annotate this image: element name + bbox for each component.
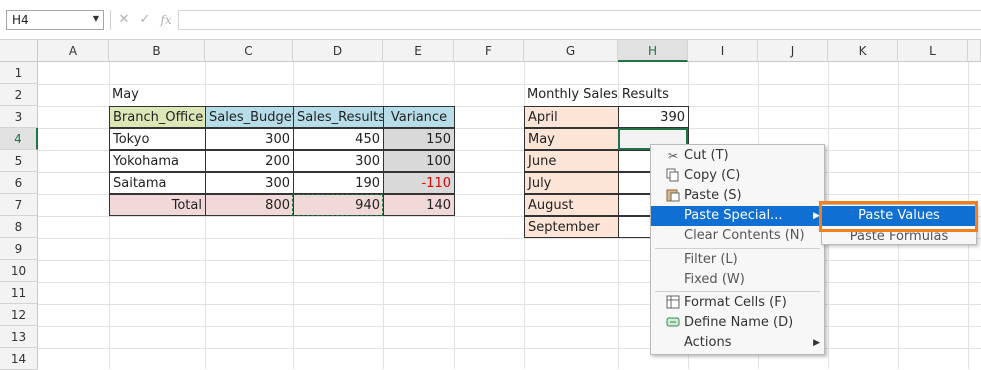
menu-separator: [655, 248, 820, 249]
column-header-k[interactable]: K: [828, 40, 898, 62]
table-cell[interactable]: 300: [293, 150, 384, 172]
copy-icon: [665, 168, 681, 184]
menu-item-define-name[interactable]: Define Name (D): [651, 313, 824, 333]
column-header-m[interactable]: [968, 40, 981, 62]
gridline: [38, 260, 981, 261]
table-cell[interactable]: Tokyo: [109, 128, 206, 150]
row-header-11[interactable]: 11: [0, 282, 38, 304]
gridline: [38, 282, 981, 283]
table1-total-variance[interactable]: 140: [383, 194, 455, 216]
menu-item-clear-contents[interactable]: Clear Contents (N): [651, 226, 824, 246]
table-cell[interactable]: 200: [205, 150, 294, 172]
table2-title[interactable]: Monthly Sales Results: [524, 84, 704, 106]
table1-title[interactable]: May: [109, 84, 205, 106]
table-cell[interactable]: Yokohama: [109, 150, 206, 172]
column-header-e[interactable]: E: [383, 40, 454, 62]
menu-item-label: Filter (L): [684, 252, 738, 267]
column-header-d[interactable]: D: [293, 40, 383, 62]
submenu-arrow-icon: ▶: [813, 338, 820, 348]
menu-item-paste[interactable]: Paste (S): [651, 186, 824, 206]
row-header-8[interactable]: 8: [0, 216, 38, 238]
menu-item-label: Cut (T): [684, 148, 729, 163]
insert-function-icon[interactable]: fx: [157, 10, 175, 30]
menu-item-copy[interactable]: Copy (C): [651, 166, 824, 186]
table-cell[interactable]: 150: [383, 128, 455, 150]
column-header-h[interactable]: H: [618, 40, 688, 62]
define-name-icon: [665, 315, 681, 331]
paste-icon: [665, 188, 681, 204]
column-header-f[interactable]: F: [454, 40, 524, 62]
menu-item-label: Define Name (D): [684, 315, 794, 330]
row-header-9[interactable]: 9: [0, 238, 38, 260]
table1-header-results[interactable]: Sales_Results: [293, 106, 384, 128]
row-header-4[interactable]: 4: [0, 128, 38, 150]
row-header-13[interactable]: 13: [0, 326, 38, 348]
menu-item-label: Format Cells (F): [684, 295, 787, 310]
menu-item-label: Paste Special...: [684, 208, 783, 223]
value-cell[interactable]: 390: [618, 106, 689, 128]
table1-header-branch[interactable]: Branch_Office: [109, 106, 206, 128]
format-cells-icon: [665, 295, 681, 311]
menu-item-actions[interactable]: Actions ▶: [651, 333, 824, 353]
gridline: [38, 326, 981, 327]
month-cell[interactable]: June: [524, 150, 619, 172]
name-box[interactable]: H4 ▼: [6, 10, 104, 30]
row-header-1[interactable]: 1: [0, 62, 38, 84]
month-cell[interactable]: May: [524, 128, 619, 150]
row-header-10[interactable]: 10: [0, 260, 38, 282]
cancel-icon[interactable]: ✕: [115, 10, 133, 30]
column-header-l[interactable]: L: [898, 40, 968, 62]
column-header-c[interactable]: C: [205, 40, 293, 62]
gridline: [38, 304, 981, 305]
formula-input[interactable]: [178, 10, 981, 30]
enter-icon[interactable]: ✓: [136, 10, 154, 30]
month-cell[interactable]: July: [524, 172, 619, 194]
menu-item-label: Actions: [684, 335, 732, 350]
table-cell[interactable]: 100: [383, 150, 455, 172]
column-header-i[interactable]: I: [688, 40, 758, 62]
highlight-callout: [819, 201, 978, 232]
menu-item-filter[interactable]: Filter (L): [651, 250, 824, 270]
table-cell[interactable]: 190: [293, 172, 384, 194]
menu-item-cut[interactable]: ✂ Cut (T): [651, 146, 824, 166]
menu-item-label: Copy (C): [684, 168, 741, 183]
row-header-2[interactable]: 2: [0, 84, 38, 106]
divider: [110, 10, 111, 30]
column-header-j[interactable]: J: [758, 40, 828, 62]
column-header-g[interactable]: G: [524, 40, 618, 62]
select-all-corner[interactable]: [0, 40, 38, 62]
column-header-b[interactable]: B: [109, 40, 205, 62]
table1-header-variance[interactable]: Variance: [383, 106, 455, 128]
row-header-3[interactable]: 3: [0, 106, 38, 128]
scissors-icon: ✂: [667, 149, 679, 163]
month-cell[interactable]: August: [524, 194, 619, 216]
month-cell[interactable]: April: [524, 106, 619, 128]
table-cell-negative[interactable]: -110: [383, 172, 455, 194]
row-header-7[interactable]: 7: [0, 194, 38, 216]
table1-total-label[interactable]: Total: [109, 194, 206, 216]
menu-separator: [655, 291, 820, 292]
menu-item-label: Paste (S): [684, 188, 742, 203]
name-box-value: H4: [12, 13, 29, 27]
menu-item-paste-special[interactable]: Paste Special... ▶: [651, 206, 824, 226]
row-header-6[interactable]: 6: [0, 172, 38, 194]
month-cell[interactable]: September: [524, 216, 619, 238]
chevron-down-icon[interactable]: ▼: [93, 14, 99, 23]
copy-marquee: [292, 194, 383, 216]
table-cell[interactable]: Saitama: [109, 172, 206, 194]
row-header-5[interactable]: 5: [0, 150, 38, 172]
table-cell[interactable]: 450: [293, 128, 384, 150]
menu-item-format-cells[interactable]: Format Cells (F): [651, 293, 824, 313]
row-header-12[interactable]: 12: [0, 304, 38, 326]
table-cell[interactable]: 300: [205, 128, 294, 150]
row-header-14[interactable]: 14: [0, 348, 38, 370]
menu-item-fixed[interactable]: Fixed (W): [651, 270, 824, 290]
menu-item-label: Clear Contents (N): [684, 228, 805, 243]
table-cell[interactable]: 300: [205, 172, 294, 194]
table1-header-budget[interactable]: Sales_Budget: [205, 106, 294, 128]
menu-item-label: Fixed (W): [684, 272, 745, 287]
table1-total-budget[interactable]: 800: [205, 194, 294, 216]
gridline: [38, 348, 981, 349]
column-header-a[interactable]: A: [38, 40, 109, 62]
